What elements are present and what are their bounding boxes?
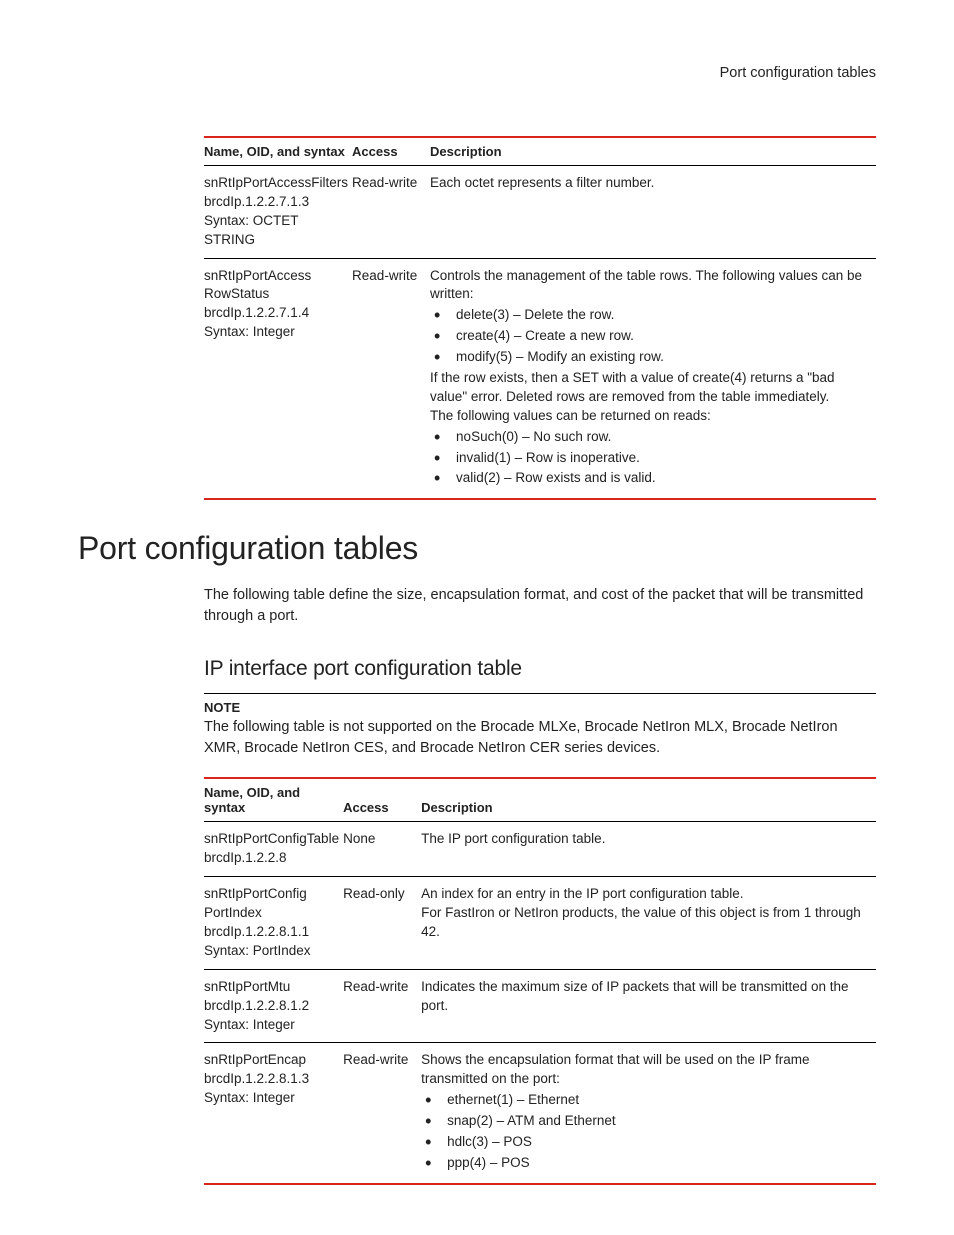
page-header: Port configuration tables xyxy=(78,65,876,81)
mib-syntax: Syntax: OCTET STRING xyxy=(204,212,348,250)
cell-access: Read-write xyxy=(352,258,430,499)
list-item: noSuch(0) – No such row. xyxy=(430,428,872,447)
mib-oid: brcdIp.1.2.2.8 xyxy=(204,849,339,868)
sub-heading: IP interface port configuration table xyxy=(204,657,876,681)
note-text: The following table is not supported on … xyxy=(204,717,876,759)
cell-desc: Shows the encapsulation format that will… xyxy=(421,1043,876,1184)
cell-desc: Indicates the maximum size of IP packets… xyxy=(421,969,876,1043)
mib-syntax: Syntax: Integer xyxy=(204,323,348,342)
mib-oid: brcdIp.1.2.2.8.1.2 xyxy=(204,997,339,1016)
desc-para: Each octet represents a filter number. xyxy=(430,174,872,193)
main-heading: Port configuration tables xyxy=(78,530,876,567)
list-item: create(4) – Create a new row. xyxy=(430,327,872,346)
desc-para: The IP port configuration table. xyxy=(421,830,872,849)
table-header-row: Name, OID, and syntax Access Description xyxy=(204,778,876,822)
cell-access: Read-write xyxy=(343,969,421,1043)
desc-para: The following values can be returned on … xyxy=(430,407,872,426)
cell-access: Read-only xyxy=(343,877,421,970)
desc-list: noSuch(0) – No such row. invalid(1) – Ro… xyxy=(430,428,872,489)
desc-para: An index for an entry in the IP port con… xyxy=(421,885,872,904)
cell-name: snRtIpPortAccessRowStatus brcdIp.1.2.2.7… xyxy=(204,258,352,499)
cell-name: snRtIpPortConfigTable brcdIp.1.2.2.8 xyxy=(204,822,343,877)
mib-table-1: Name, OID, and syntax Access Description… xyxy=(204,136,876,500)
intro-paragraph: The following table define the size, enc… xyxy=(204,585,876,627)
desc-para: For FastIron or NetIron products, the va… xyxy=(421,904,872,942)
table-row: snRtIpPortAccessRowStatus brcdIp.1.2.2.7… xyxy=(204,258,876,499)
table-row: snRtIpPortEncap brcdIp.1.2.2.8.1.3 Synta… xyxy=(204,1043,876,1184)
list-item: snap(2) – ATM and Ethernet xyxy=(421,1112,872,1131)
desc-list: delete(3) – Delete the row. create(4) – … xyxy=(430,306,872,367)
list-item: valid(2) – Row exists and is valid. xyxy=(430,469,872,488)
mib-name: snRtIpPortMtu xyxy=(204,978,339,997)
table-row: snRtIpPortConfigTable brcdIp.1.2.2.8 Non… xyxy=(204,822,876,877)
list-item: ppp(4) – POS xyxy=(421,1154,872,1173)
note-label: NOTE xyxy=(204,700,876,715)
col-header-name: Name, OID, and syntax xyxy=(204,778,343,822)
mib-name: snRtIpPortAccessRowStatus xyxy=(204,267,314,305)
list-item: invalid(1) – Row is inoperative. xyxy=(430,449,872,468)
mib-name: snRtIpPortAccessFilters xyxy=(204,174,348,193)
cell-desc: Controls the management of the table row… xyxy=(430,258,876,499)
cell-desc: The IP port configuration table. xyxy=(421,822,876,877)
table-row: snRtIpPortConfigPortIndex brcdIp.1.2.2.8… xyxy=(204,877,876,970)
cell-name: snRtIpPortConfigPortIndex brcdIp.1.2.2.8… xyxy=(204,877,343,970)
mib-syntax: Syntax: PortIndex xyxy=(204,942,339,961)
document-page: Port configuration tables Name, OID, and… xyxy=(0,0,954,1185)
cell-desc: An index for an entry in the IP port con… xyxy=(421,877,876,970)
list-item: modify(5) – Modify an existing row. xyxy=(430,348,872,367)
mib-name: snRtIpPortEncap xyxy=(204,1051,339,1070)
cell-name: snRtIpPortMtu brcdIp.1.2.2.8.1.2 Syntax:… xyxy=(204,969,343,1043)
note-block: NOTE The following table is not supporte… xyxy=(204,693,876,759)
mib-name: snRtIpPortConfigPortIndex xyxy=(204,885,314,923)
cell-access: Read-write xyxy=(352,166,430,259)
cell-name: snRtIpPortEncap brcdIp.1.2.2.8.1.3 Synta… xyxy=(204,1043,343,1184)
desc-para: If the row exists, then a SET with a val… xyxy=(430,369,872,407)
list-item: hdlc(3) – POS xyxy=(421,1133,872,1152)
desc-para: Shows the encapsulation format that will… xyxy=(421,1051,872,1089)
table-row: snRtIpPortAccessFilters brcdIp.1.2.2.7.1… xyxy=(204,166,876,259)
col-header-access: Access xyxy=(352,137,430,166)
cell-access: None xyxy=(343,822,421,877)
mib-oid: brcdIp.1.2.2.8.1.3 xyxy=(204,1070,339,1089)
mib-syntax: Syntax: Integer xyxy=(204,1089,339,1108)
cell-desc: Each octet represents a filter number. xyxy=(430,166,876,259)
desc-para: Controls the management of the table row… xyxy=(430,267,872,305)
table-row: snRtIpPortMtu brcdIp.1.2.2.8.1.2 Syntax:… xyxy=(204,969,876,1043)
cell-access: Read-write xyxy=(343,1043,421,1184)
mib-oid: brcdIp.1.2.2.8.1.1 xyxy=(204,923,339,942)
table-1-container: Name, OID, and syntax Access Description… xyxy=(204,136,876,500)
mib-syntax: Syntax: Integer xyxy=(204,1016,339,1035)
col-header-desc: Description xyxy=(421,778,876,822)
desc-list: ethernet(1) – Ethernet snap(2) – ATM and… xyxy=(421,1091,872,1173)
section-body: The following table define the size, enc… xyxy=(204,585,876,1184)
col-header-access: Access xyxy=(343,778,421,822)
table-header-row: Name, OID, and syntax Access Description xyxy=(204,137,876,166)
list-item: ethernet(1) – Ethernet xyxy=(421,1091,872,1110)
col-header-name: Name, OID, and syntax xyxy=(204,137,352,166)
col-header-desc: Description xyxy=(430,137,876,166)
desc-para: Indicates the maximum size of IP packets… xyxy=(421,978,872,1016)
mib-oid: brcdIp.1.2.2.7.1.4 xyxy=(204,304,348,323)
mib-oid: brcdIp.1.2.2.7.1.3 xyxy=(204,193,348,212)
list-item: delete(3) – Delete the row. xyxy=(430,306,872,325)
mib-name: snRtIpPortConfigTable xyxy=(204,830,339,849)
mib-table-2: Name, OID, and syntax Access Description… xyxy=(204,777,876,1184)
cell-name: snRtIpPortAccessFilters brcdIp.1.2.2.7.1… xyxy=(204,166,352,259)
